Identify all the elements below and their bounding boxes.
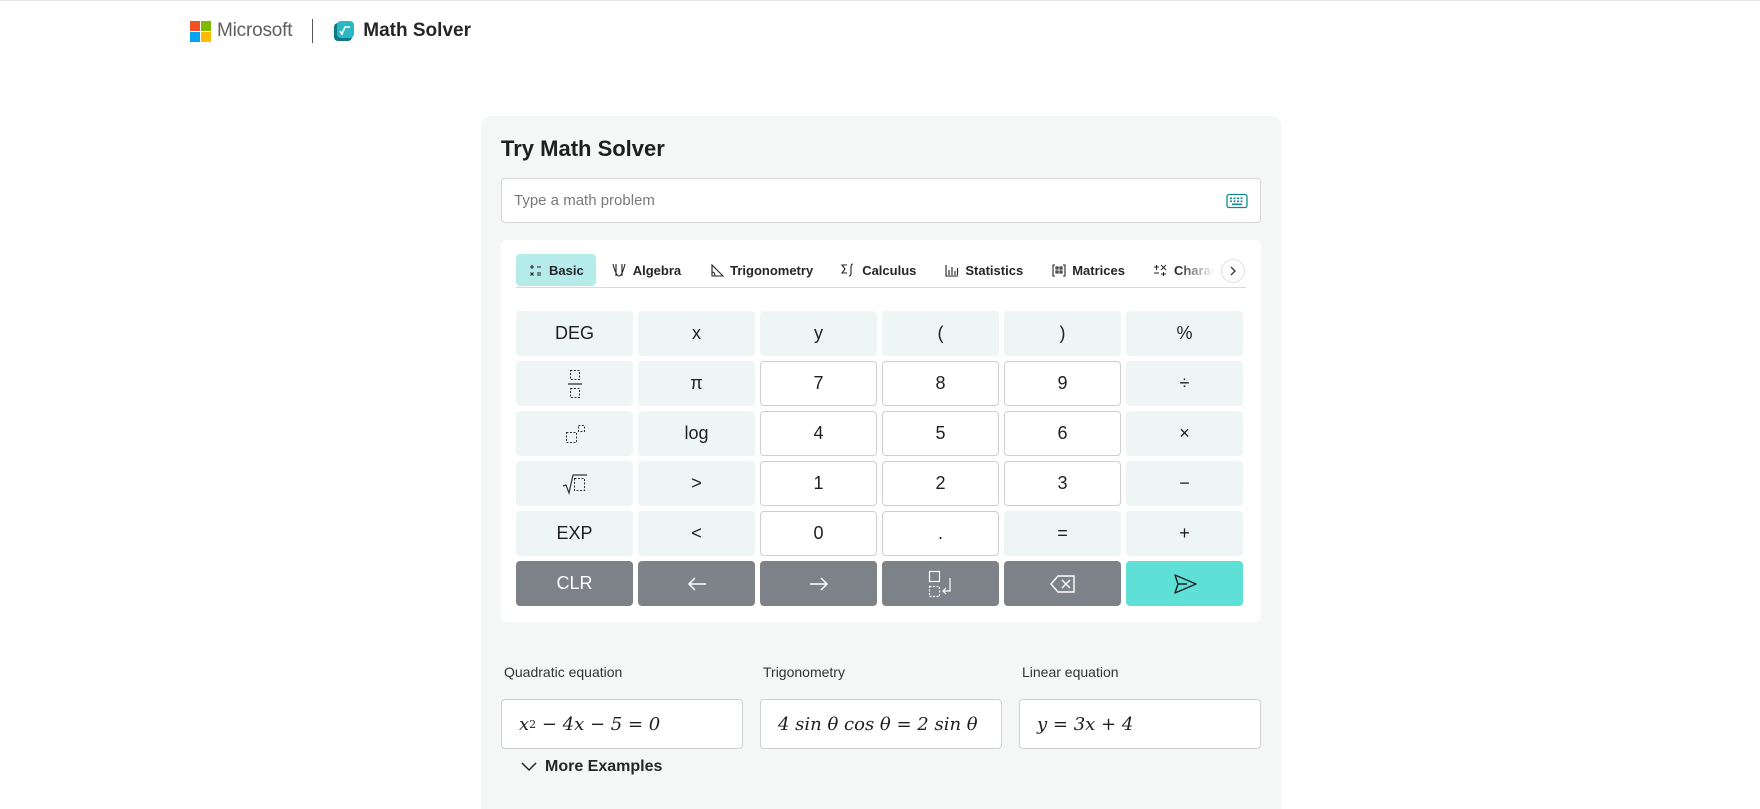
microsoft-brand[interactable]: Microsoft xyxy=(217,20,292,42)
exponent-icon xyxy=(565,424,585,443)
example-linear-expression[interactable]: y = 3x + 4 xyxy=(1019,699,1261,749)
basic-ops-icon xyxy=(528,263,543,277)
key-deg[interactable]: DEG xyxy=(516,311,633,356)
tab-statistics[interactable]: Statistics xyxy=(932,254,1035,286)
tab-calculus[interactable]: Calculus xyxy=(829,254,928,286)
keyboard-icon[interactable] xyxy=(1226,193,1248,209)
arrow-right-icon xyxy=(809,576,828,591)
key-pi[interactable]: π xyxy=(638,361,755,406)
key-x[interactable]: x xyxy=(638,311,755,356)
key-minus[interactable]: − xyxy=(1126,461,1243,506)
examples-row: Quadratic equation x2 − 4x − 5 = 0 Trigo… xyxy=(501,664,1261,749)
key-3[interactable]: 3 xyxy=(1004,461,1121,506)
example-linear: Linear equation y = 3x + 4 xyxy=(1019,664,1261,749)
tab-trigonometry[interactable]: Trigonometry xyxy=(697,254,825,286)
send-icon xyxy=(1173,573,1197,594)
chevron-right-icon xyxy=(1230,266,1236,276)
key-percent[interactable]: % xyxy=(1126,311,1243,356)
key-backspace[interactable] xyxy=(1004,561,1121,606)
more-examples-toggle[interactable]: More Examples xyxy=(521,758,662,776)
math-problem-input[interactable] xyxy=(514,192,1226,209)
key-5[interactable]: 5 xyxy=(882,411,999,456)
example-quadratic: Quadratic equation x2 − 4x − 5 = 0 xyxy=(501,664,743,749)
key-decimal[interactable]: . xyxy=(882,511,999,556)
card-title: Try Math Solver xyxy=(501,136,665,161)
tab-label: Trigonometry xyxy=(730,262,814,278)
site-header: Microsoft Math Solver xyxy=(190,14,471,48)
key-9[interactable]: 9 xyxy=(1004,361,1121,406)
keypad-panel: Basic Algebra Trigonometry Calculus Stat… xyxy=(501,240,1261,622)
key-clear[interactable]: CLR xyxy=(516,561,633,606)
tab-label: Matrices xyxy=(1072,262,1125,278)
arrow-left-icon xyxy=(687,576,706,591)
key-equals[interactable]: = xyxy=(1004,511,1121,556)
example-quadratic-expression[interactable]: x2 − 4x − 5 = 0 xyxy=(501,699,743,749)
key-y[interactable]: y xyxy=(760,311,877,356)
microsoft-logo-icon[interactable] xyxy=(190,20,211,42)
fraction-icon xyxy=(567,369,582,398)
solve-button[interactable] xyxy=(1126,561,1243,606)
key-plus[interactable]: + xyxy=(1126,511,1243,556)
key-sqrt[interactable] xyxy=(516,461,633,506)
math-solver-logo-icon[interactable] xyxy=(333,20,355,42)
chevron-down-icon xyxy=(521,762,537,772)
key-close-paren[interactable]: ) xyxy=(1004,311,1121,356)
math-solver-card: Try Math Solver Basic Alge xyxy=(481,116,1281,809)
key-7[interactable]: 7 xyxy=(760,361,877,406)
app-title[interactable]: Math Solver xyxy=(363,20,471,42)
tab-label: Calculus xyxy=(862,262,917,278)
tab-label: Algebra xyxy=(632,262,682,278)
algebra-icon xyxy=(612,263,627,277)
expr-sup: 2 xyxy=(529,717,537,731)
math-input-box xyxy=(501,178,1261,223)
matrix-icon xyxy=(1051,263,1066,277)
key-less-than[interactable]: < xyxy=(638,511,755,556)
tabs-scroll-right-button[interactable] xyxy=(1221,259,1245,283)
sigma-integral-icon xyxy=(841,263,856,277)
header-divider xyxy=(312,19,314,43)
key-6[interactable]: 6 xyxy=(1004,411,1121,456)
tab-matrices[interactable]: Matrices xyxy=(1039,254,1137,286)
tab-label: Statistics xyxy=(965,262,1024,278)
backspace-icon xyxy=(1049,574,1075,593)
new-line-icon xyxy=(928,570,951,597)
example-label: Trigonometry xyxy=(763,664,845,680)
key-multiply[interactable]: × xyxy=(1126,411,1243,456)
key-fraction[interactable] xyxy=(516,361,633,406)
top-border xyxy=(0,0,1760,1)
triangle-icon xyxy=(709,263,724,277)
example-label: Linear equation xyxy=(1022,664,1119,680)
tab-algebra[interactable]: Algebra xyxy=(600,254,693,286)
key-exp[interactable]: EXP xyxy=(516,511,633,556)
key-new-line[interactable] xyxy=(882,561,999,606)
tab-basic[interactable]: Basic xyxy=(516,254,596,286)
more-examples-label: More Examples xyxy=(545,758,663,775)
key-cursor-left[interactable] xyxy=(638,561,755,606)
square-root-icon xyxy=(562,473,587,495)
tab-label: Basic xyxy=(549,262,584,278)
key-greater-than[interactable]: > xyxy=(638,461,755,506)
key-0[interactable]: 0 xyxy=(760,511,877,556)
key-divide[interactable]: ÷ xyxy=(1126,361,1243,406)
key-1[interactable]: 1 xyxy=(760,461,877,506)
key-open-paren[interactable]: ( xyxy=(882,311,999,356)
keypad-tabs: Basic Algebra Trigonometry Calculus Stat… xyxy=(516,254,1246,288)
example-trigonometry-expression[interactable]: 4 sin θ cos θ = 2 sin θ xyxy=(760,699,1002,749)
expr-rest: − 4x − 5 = 0 xyxy=(536,713,661,735)
key-exponent[interactable] xyxy=(516,411,633,456)
keypad-grid: DEG x y ( ) % π 7 8 9 ÷ log 4 5 6 × > 1 … xyxy=(516,311,1243,606)
bar-chart-icon xyxy=(944,263,959,277)
characters-icon xyxy=(1153,263,1168,277)
key-4[interactable]: 4 xyxy=(760,411,877,456)
key-2[interactable]: 2 xyxy=(882,461,999,506)
key-log[interactable]: log xyxy=(638,411,755,456)
key-cursor-right[interactable] xyxy=(760,561,877,606)
example-label: Quadratic equation xyxy=(504,664,623,680)
key-8[interactable]: 8 xyxy=(882,361,999,406)
expr-base: x xyxy=(519,713,530,735)
example-trigonometry: Trigonometry 4 sin θ cos θ = 2 sin θ xyxy=(760,664,1002,749)
